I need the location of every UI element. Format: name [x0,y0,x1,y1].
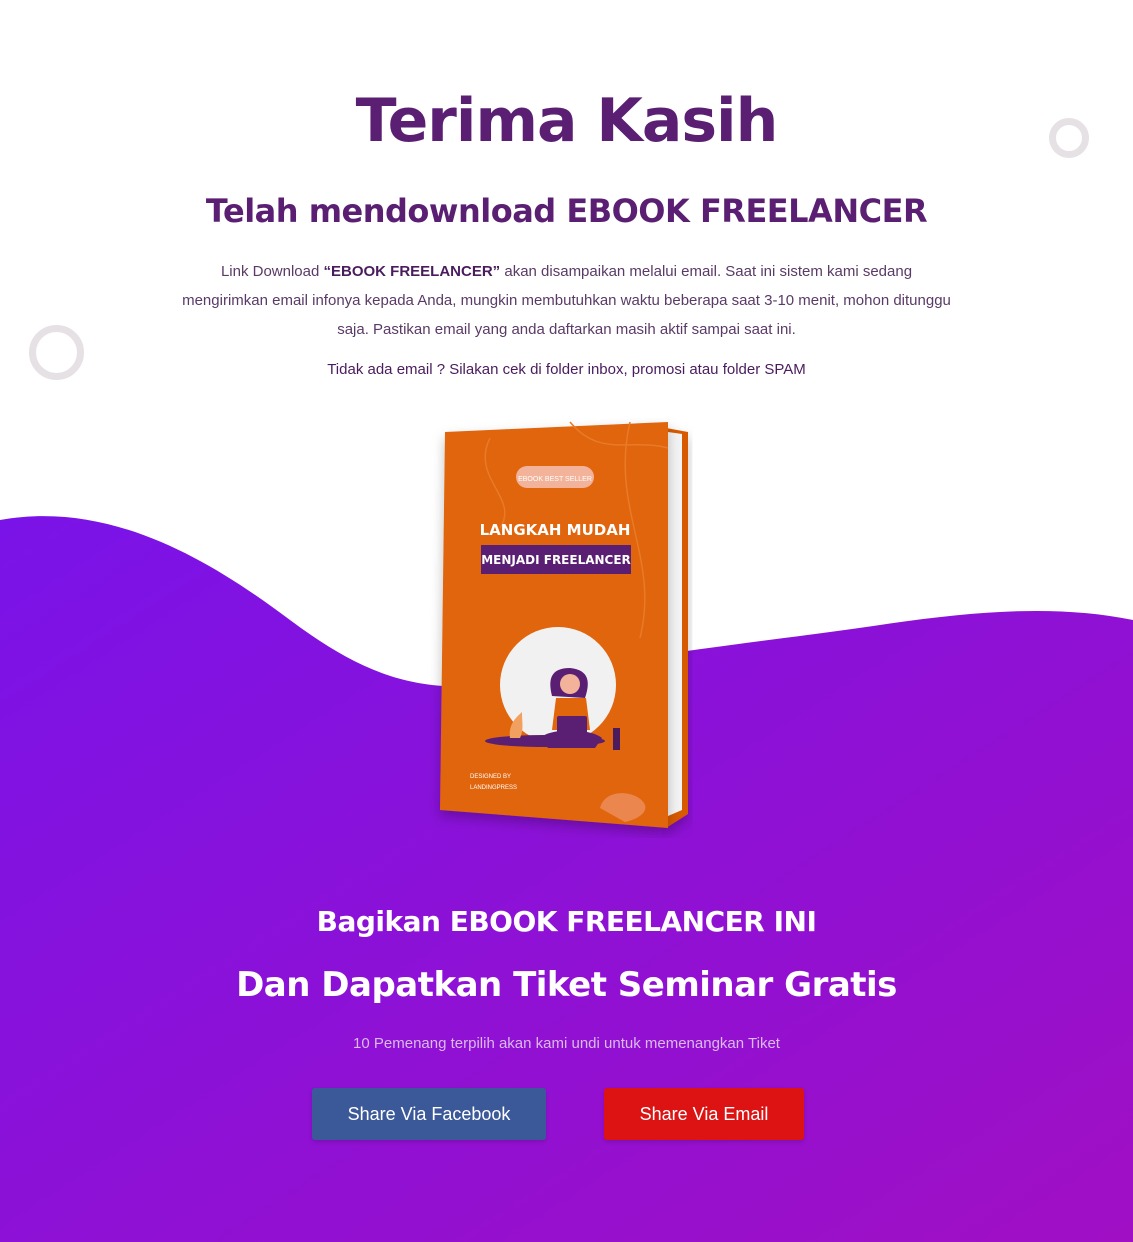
share-subtitle: Dan Dapatkan Tiket Seminar Gratis [236,965,897,1005]
ebook-cover-image: EBOOK BEST SELLER LANGKAH MUDAH MENJADI … [430,418,700,838]
download-message: Link Download “EBOOK FREELANCER” akan di… [180,257,953,344]
ebook-mockup: EBOOK BEST SELLER LANGKAH MUDAH MENJADI … [440,421,688,828]
share-email-button[interactable]: Share Via Email [604,1088,804,1140]
message-prefix: Link Download [220,263,324,280]
spam-note: Tidak ada email ? Silakan cek di folder … [327,361,806,378]
ebook-name: “EBOOK FREELANCER” [323,263,501,280]
page-subtitle: Telah mendownload EBOOK FREELANCER [205,192,928,230]
share-title: Bagikan EBOOK FREELANCER INI [316,905,817,938]
share-facebook-button[interactable]: Share Via Facebook [312,1088,546,1140]
book-title-line1: LANGKAH MUDAH [480,521,631,539]
share-note: 10 Pemenang terpilih akan kami undi untu… [353,1035,780,1052]
book-credit-line2: LANDINGPRESS [470,785,517,791]
page-title: Terima Kasih [355,86,779,156]
book-credit-line1: DESIGNED BY [470,774,511,780]
book-badge: EBOOK BEST SELLER [518,476,592,483]
book-title-line2: MENJADI FREELANCER [481,553,631,567]
